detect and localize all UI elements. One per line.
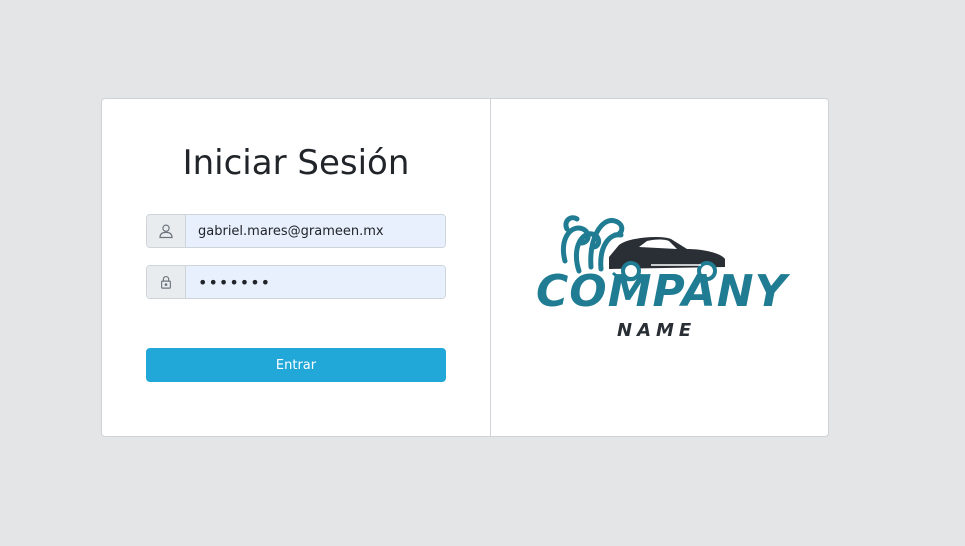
user-icon <box>147 215 186 247</box>
logo-name-text: NAME <box>617 320 697 341</box>
email-input-group <box>146 214 446 248</box>
password-field[interactable] <box>186 266 445 298</box>
email-field[interactable] <box>186 215 445 247</box>
lock-icon <box>147 266 186 298</box>
logo-company-text: COMPANY <box>536 266 788 317</box>
page-title: Iniciar Sesión <box>182 143 410 183</box>
login-panel: Iniciar Sesión Entrar <box>102 99 491 436</box>
login-card: Iniciar Sesión Entrar <box>101 98 829 437</box>
login-button[interactable]: Entrar <box>146 348 446 382</box>
password-input-group <box>146 265 446 299</box>
logo-panel: COMPANY NAME <box>491 99 828 436</box>
